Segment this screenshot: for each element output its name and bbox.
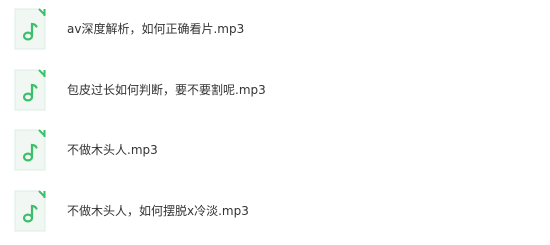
music-file-icon: [14, 7, 46, 51]
file-row[interactable]: 包皮过长如何判断，要不要割呢.mp3: [0, 68, 550, 112]
file-row[interactable]: 不做木头人，如何摆脱x冷淡.mp3: [0, 189, 550, 233]
file-name: 包皮过长如何判断，要不要割呢.mp3: [67, 83, 266, 97]
audio-file-list: av深度解析，如何正确看片.mp3 包皮过长如何判断，要不要割呢.mp3 不做木: [0, 0, 550, 245]
file-name: 不做木头人.mp3: [67, 143, 158, 157]
music-file-icon: [14, 128, 46, 172]
music-file-icon: [14, 68, 46, 112]
file-name: av深度解析，如何正确看片.mp3: [67, 22, 245, 36]
music-file-icon: [14, 189, 46, 233]
file-row[interactable]: 不做木头人.mp3: [0, 128, 550, 172]
file-name: 不做木头人，如何摆脱x冷淡.mp3: [67, 204, 249, 218]
file-row[interactable]: av深度解析，如何正确看片.mp3: [0, 7, 550, 51]
